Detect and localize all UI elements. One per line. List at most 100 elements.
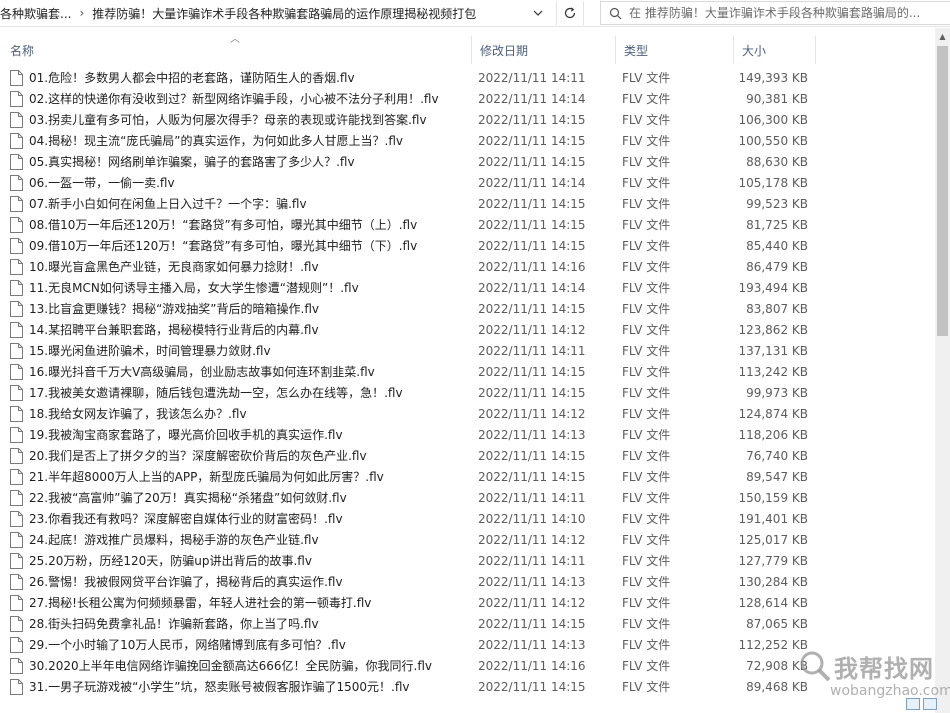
file-date: 2022/11/11 14:15 <box>478 679 586 694</box>
file-date: 2022/11/11 14:15 <box>478 364 586 379</box>
details-view-icon[interactable] <box>906 698 920 710</box>
file-name-cell[interactable]: 29.一个小时输了10万人民币，网络赌博到底有多可怕？.flv <box>10 634 470 655</box>
file-row[interactable]: 02.这样的快递你有没收到过？新型网络诈骗手段，小心被不法分子利用！.flv 20… <box>0 88 935 109</box>
file-name: 14.某招聘平台兼职套路，揭秘模特行业背后的内幕.flv <box>29 323 319 337</box>
file-type: FLV 文件 <box>622 344 671 358</box>
file-row[interactable]: 23.你看我还有救吗？深度解密自媒体行业的财富密码！.flv 2022/11/11… <box>0 508 935 529</box>
file-name-cell[interactable]: 26.警惕！我被假网贷平台诈骗了，揭秘背后的真实运作.flv <box>10 571 470 592</box>
file-name-cell[interactable]: 22.我被“高富帅”骗了20万！真实揭秘“杀猪盘”如何敛财.flv <box>10 487 470 508</box>
file-icon <box>10 468 23 485</box>
file-name-cell[interactable]: 07.新手小白如何在闲鱼上日入过千？一个字：骗.flv <box>10 193 470 214</box>
file-name-cell[interactable]: 30.2020上半年电信网络诈骗挽回金额高达666亿！全民防骗，你我同行.flv <box>10 655 470 676</box>
search-input[interactable] <box>629 6 947 20</box>
file-name-cell[interactable]: 16.曝光抖音千万大V高级骗局，创业励志故事如何连环割韭菜.flv <box>10 361 470 382</box>
file-name-cell[interactable]: 23.你看我还有救吗？深度解密自媒体行业的财富密码！.flv <box>10 508 470 529</box>
column-header-date[interactable]: 修改日期 <box>472 36 616 64</box>
file-name-cell[interactable]: 03.拐卖儿童有多可怕，人贩为何屡次得手？母亲的表现或许能找到答案.flv <box>10 109 470 130</box>
file-row[interactable]: 03.拐卖儿童有多可怕，人贩为何屡次得手？母亲的表现或许能找到答案.flv 202… <box>0 109 935 130</box>
file-row[interactable]: 07.新手小白如何在闲鱼上日入过千？一个字：骗.flv 2022/11/11 14… <box>0 193 935 214</box>
breadcrumb-parent[interactable]: 各种欺骗套... <box>0 5 71 22</box>
file-row[interactable]: 11.无良MCN如何诱导主播入局，女大学生惨遭“潜规则”！.flv 2022/11… <box>0 277 935 298</box>
file-row[interactable]: 25.20万粉，历经120天，防骗up讲出背后的故事.flv 2022/11/11… <box>0 550 935 571</box>
file-row[interactable]: 26.警惕！我被假网贷平台诈骗了，揭秘背后的真实运作.flv 2022/11/11… <box>0 571 935 592</box>
file-name-cell[interactable]: 06.一盔一带，一偷一卖.flv <box>10 172 470 193</box>
file-row[interactable]: 15.曝光闲鱼进阶骗术，时间管理暴力敛财.flv 2022/11/11 14:11… <box>0 340 935 361</box>
file-date: 2022/11/11 14:16 <box>478 259 586 274</box>
chevron-down-icon <box>533 10 543 16</box>
file-name-cell[interactable]: 04.揭秘！现主流“庞氏骗局”的真实运作，为何如此多人甘愿上当？.flv <box>10 130 470 151</box>
file-icon <box>10 615 23 632</box>
column-header-size[interactable]: 大小 <box>734 36 816 64</box>
file-name-cell[interactable]: 19.我被淘宝商家套路了，曝光高价回收手机的真实运作.flv <box>10 424 470 445</box>
file-name-cell[interactable]: 09.借10万一年后还120万！“套路贷”有多可怕，曝光其中细节（下）.flv <box>10 235 470 256</box>
file-name-cell[interactable]: 08.借10万一年后还120万！“套路贷”有多可怕，曝光其中细节（上）.flv <box>10 214 470 235</box>
file-name: 10.曝光盲盒黑色产业链，无良商家如何暴力捻财！.flv <box>29 260 319 274</box>
vertical-scrollbar[interactable]: ▲ <box>935 28 950 713</box>
file-name-cell[interactable]: 11.无良MCN如何诱导主播入局，女大学生惨遭“潜规则”！.flv <box>10 277 470 298</box>
file-name-cell[interactable]: 14.某招聘平台兼职套路，揭秘模特行业背后的内幕.flv <box>10 319 470 340</box>
file-name: 26.警惕！我被假网贷平台诈骗了，揭秘背后的真实运作.flv <box>29 575 343 589</box>
file-row[interactable]: 09.借10万一年后还120万！“套路贷”有多可怕，曝光其中细节（下）.flv 2… <box>0 235 935 256</box>
file-row[interactable]: 14.某招聘平台兼职套路，揭秘模特行业背后的内幕.flv 2022/11/11 1… <box>0 319 935 340</box>
file-row[interactable]: 21.半年超8000万人上当的APP，新型庞氏骗局为何如此厉害？.flv 2022… <box>0 466 935 487</box>
file-name-cell[interactable]: 10.曝光盲盒黑色产业链，无良商家如何暴力捻财！.flv <box>10 256 470 277</box>
breadcrumb-current[interactable]: 推荐防骗！大量诈骗诈术手段各种欺骗套路骗局的运作原理揭秘视频打包 <box>92 5 476 22</box>
file-icon <box>10 90 23 107</box>
file-name-cell[interactable]: 05.真实揭秘！网络刷单诈骗案，骗子的套路害了多少人？.flv <box>10 151 470 172</box>
file-row[interactable]: 27.揭秘!长租公寓为何频频暴雷，年轻人进社会的第一顿毒打.flv 2022/11… <box>0 592 935 613</box>
file-row[interactable]: 08.借10万一年后还120万！“套路贷”有多可怕，曝光其中细节（上）.flv 2… <box>0 214 935 235</box>
file-date: 2022/11/11 14:14 <box>478 175 586 190</box>
file-row[interactable]: 16.曝光抖音千万大V高级骗局，创业励志故事如何连环割韭菜.flv 2022/11… <box>0 361 935 382</box>
file-row[interactable]: 06.一盔一带，一偷一卖.flv 2022/11/11 14:14 FLV 文件 10… <box>0 172 935 193</box>
file-type: FLV 文件 <box>622 134 671 148</box>
file-name-cell[interactable]: 20.我们是否上了拼夕夕的当？深度解密砍价背后的灰色产业.flv <box>10 445 470 466</box>
file-size: 86,479 KB <box>746 259 808 274</box>
file-row[interactable]: 05.真实揭秘！网络刷单诈骗案，骗子的套路害了多少人？.flv 2022/11/1… <box>0 151 935 172</box>
file-row[interactable]: 01.危险！多数男人都会中招的老套路，谨防陌生人的香烟.flv 2022/11/1… <box>0 67 935 88</box>
file-name-cell[interactable]: 18.我给女网友诈骗了，我该怎么办？.flv <box>10 403 470 424</box>
file-name-cell[interactable]: 27.揭秘!长租公寓为何频频暴雷，年轻人进社会的第一顿毒打.flv <box>10 592 470 613</box>
file-name-cell[interactable]: 31.一男子玩游戏被“小学生”坑，怒卖账号被假客服诈骗了1500元！.flv <box>10 676 470 697</box>
file-name-cell[interactable]: 13.比盲盒更赚钱？揭秘“游戏抽奖”背后的暗箱操作.flv <box>10 298 470 319</box>
breadcrumb[interactable]: 各种欺骗套... › 推荐防骗！大量诈骗诈术手段各种欺骗套路骗局的运作原理揭秘视… <box>0 0 550 26</box>
file-name-cell[interactable]: 02.这样的快递你有没收到过？新型网络诈骗手段，小心被不法分子利用！.flv <box>10 88 470 109</box>
file-row[interactable]: 10.曝光盲盒黑色产业链，无良商家如何暴力捻财！.flv 2022/11/11 1… <box>0 256 935 277</box>
file-name: 27.揭秘!长租公寓为何频频暴雷，年轻人进社会的第一顿毒打.flv <box>29 596 372 610</box>
file-name-cell[interactable]: 21.半年超8000万人上当的APP，新型庞氏骗局为何如此厉害？.flv <box>10 466 470 487</box>
address-history-button[interactable] <box>528 3 548 23</box>
file-date: 2022/11/11 14:11 <box>478 70 586 85</box>
file-row[interactable]: 17.我被美女邀请裸聊，随后钱包遭洗劫一空，怎么办在线等，急！.flv 2022/… <box>0 382 935 403</box>
file-row[interactable]: 18.我给女网友诈骗了，我该怎么办？.flv 2022/11/11 14:12 FL… <box>0 403 935 424</box>
file-name-cell[interactable]: 17.我被美女邀请裸聊，随后钱包遭洗劫一空，怎么办在线等，急！.flv <box>10 382 470 403</box>
file-type: FLV 文件 <box>622 155 671 169</box>
file-size: 106,300 KB <box>740 112 808 127</box>
file-name: 16.曝光抖音千万大V高级骗局，创业励志故事如何连环割韭菜.flv <box>29 365 375 379</box>
file-name-cell[interactable]: 24.起底！游戏推广员爆料，揭秘手游的灰色产业链.flv <box>10 529 470 550</box>
file-row[interactable]: 28.街头扫码免费拿礼品！诈骗新套路，你上当了吗.flv 2022/11/11 1… <box>0 613 935 634</box>
file-name-cell[interactable]: 28.街头扫码免费拿礼品！诈骗新套路，你上当了吗.flv <box>10 613 470 634</box>
refresh-button[interactable] <box>556 1 584 25</box>
file-row[interactable]: 20.我们是否上了拼夕夕的当？深度解密砍价背后的灰色产业.flv 2022/11/… <box>0 445 935 466</box>
file-icon <box>10 258 23 275</box>
file-row[interactable]: 24.起底！游戏推广员爆料，揭秘手游的灰色产业链.flv 2022/11/11 1… <box>0 529 935 550</box>
search-box[interactable] <box>600 1 950 25</box>
file-type: FLV 文件 <box>622 659 671 673</box>
thumbnail-view-icon[interactable] <box>923 698 937 710</box>
scrollbar-thumb[interactable] <box>937 46 948 336</box>
file-name: 09.借10万一年后还120万！“套路贷”有多可怕，曝光其中细节（下）.flv <box>29 239 418 253</box>
file-type: FLV 文件 <box>622 449 671 463</box>
file-row[interactable]: 04.揭秘！现主流“庞氏骗局”的真实运作，为何如此多人甘愿上当？.flv 2022… <box>0 130 935 151</box>
file-name-cell[interactable]: 25.20万粉，历经120天，防骗up讲出背后的故事.flv <box>10 550 470 571</box>
file-icon <box>10 510 23 527</box>
file-row[interactable]: 19.我被淘宝商家套路了，曝光高价回收手机的真实运作.flv 2022/11/11… <box>0 424 935 445</box>
file-icon <box>10 300 23 317</box>
column-header-name[interactable]: 名称 <box>2 36 472 64</box>
file-name-cell[interactable]: 01.危险！多数男人都会中招的老套路，谨防陌生人的香烟.flv <box>10 67 470 88</box>
breadcrumb-separator[interactable]: › <box>79 6 84 20</box>
scroll-up-arrow-icon[interactable]: ▲ <box>935 28 950 44</box>
file-icon <box>10 594 23 611</box>
column-header-type[interactable]: 类型 <box>616 36 734 64</box>
file-row[interactable]: 22.我被“高富帅”骗了20万！真实揭秘“杀猪盘”如何敛财.flv 2022/11… <box>0 487 935 508</box>
file-name-cell[interactable]: 15.曝光闲鱼进阶骗术，时间管理暴力敛财.flv <box>10 340 470 361</box>
file-row[interactable]: 13.比盲盒更赚钱？揭秘“游戏抽奖”背后的暗箱操作.flv 2022/11/11 … <box>0 298 935 319</box>
